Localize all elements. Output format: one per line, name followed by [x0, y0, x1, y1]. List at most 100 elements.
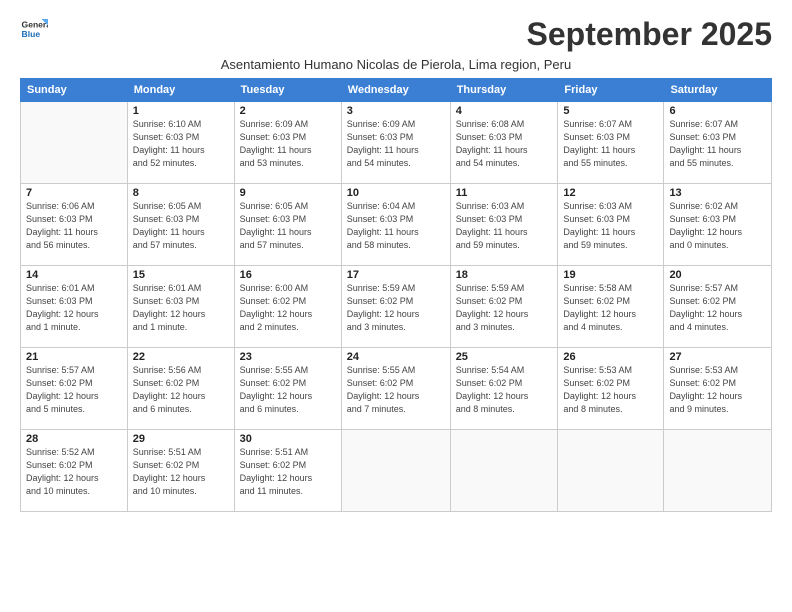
day-number: 16 [240, 269, 336, 281]
day-info: Sunrise: 5:55 AM Sunset: 6:02 PM Dayligh… [240, 364, 336, 416]
day-number: 12 [563, 187, 658, 199]
day-info: Sunrise: 5:53 AM Sunset: 6:02 PM Dayligh… [669, 364, 766, 416]
col-wednesday: Wednesday [341, 79, 450, 102]
calendar-cell: 9Sunrise: 6:05 AM Sunset: 6:03 PM Daylig… [234, 184, 341, 266]
month-title: September 2025 [527, 16, 772, 53]
day-info: Sunrise: 5:51 AM Sunset: 6:02 PM Dayligh… [240, 446, 336, 498]
calendar-cell [341, 430, 450, 512]
day-info: Sunrise: 6:00 AM Sunset: 6:02 PM Dayligh… [240, 282, 336, 334]
day-number: 9 [240, 187, 336, 199]
day-info: Sunrise: 5:51 AM Sunset: 6:02 PM Dayligh… [133, 446, 229, 498]
day-info: Sunrise: 5:54 AM Sunset: 6:02 PM Dayligh… [456, 364, 553, 416]
day-info: Sunrise: 6:03 AM Sunset: 6:03 PM Dayligh… [456, 200, 553, 252]
calendar-cell [558, 430, 664, 512]
col-monday: Monday [127, 79, 234, 102]
day-number: 30 [240, 433, 336, 445]
week-row-2: 7Sunrise: 6:06 AM Sunset: 6:03 PM Daylig… [21, 184, 772, 266]
week-row-4: 21Sunrise: 5:57 AM Sunset: 6:02 PM Dayli… [21, 348, 772, 430]
calendar-header-row: Sunday Monday Tuesday Wednesday Thursday… [21, 79, 772, 102]
calendar-page: General Blue September 2025 Asentamiento… [0, 0, 792, 612]
calendar-cell: 23Sunrise: 5:55 AM Sunset: 6:02 PM Dayli… [234, 348, 341, 430]
day-number: 13 [669, 187, 766, 199]
day-info: Sunrise: 6:05 AM Sunset: 6:03 PM Dayligh… [133, 200, 229, 252]
day-info: Sunrise: 5:57 AM Sunset: 6:02 PM Dayligh… [669, 282, 766, 334]
calendar-cell: 30Sunrise: 5:51 AM Sunset: 6:02 PM Dayli… [234, 430, 341, 512]
calendar-cell: 13Sunrise: 6:02 AM Sunset: 6:03 PM Dayli… [664, 184, 772, 266]
day-info: Sunrise: 6:09 AM Sunset: 6:03 PM Dayligh… [347, 118, 445, 170]
day-number: 14 [26, 269, 122, 281]
calendar-cell: 11Sunrise: 6:03 AM Sunset: 6:03 PM Dayli… [450, 184, 558, 266]
calendar-cell: 19Sunrise: 5:58 AM Sunset: 6:02 PM Dayli… [558, 266, 664, 348]
svg-text:Blue: Blue [22, 29, 41, 39]
day-number: 2 [240, 105, 336, 117]
header: General Blue September 2025 [20, 16, 772, 53]
day-number: 7 [26, 187, 122, 199]
calendar-cell: 10Sunrise: 6:04 AM Sunset: 6:03 PM Dayli… [341, 184, 450, 266]
day-number: 25 [456, 351, 553, 363]
title-section: September 2025 [527, 16, 772, 53]
day-number: 20 [669, 269, 766, 281]
day-info: Sunrise: 5:59 AM Sunset: 6:02 PM Dayligh… [347, 282, 445, 334]
week-row-5: 28Sunrise: 5:52 AM Sunset: 6:02 PM Dayli… [21, 430, 772, 512]
day-number: 29 [133, 433, 229, 445]
day-info: Sunrise: 6:09 AM Sunset: 6:03 PM Dayligh… [240, 118, 336, 170]
day-info: Sunrise: 6:10 AM Sunset: 6:03 PM Dayligh… [133, 118, 229, 170]
day-number: 27 [669, 351, 766, 363]
day-number: 11 [456, 187, 553, 199]
calendar-cell [450, 430, 558, 512]
col-sunday: Sunday [21, 79, 128, 102]
calendar-cell: 26Sunrise: 5:53 AM Sunset: 6:02 PM Dayli… [558, 348, 664, 430]
day-info: Sunrise: 6:07 AM Sunset: 6:03 PM Dayligh… [669, 118, 766, 170]
day-info: Sunrise: 5:59 AM Sunset: 6:02 PM Dayligh… [456, 282, 553, 334]
day-number: 3 [347, 105, 445, 117]
day-number: 22 [133, 351, 229, 363]
day-number: 15 [133, 269, 229, 281]
calendar-cell: 22Sunrise: 5:56 AM Sunset: 6:02 PM Dayli… [127, 348, 234, 430]
day-number: 18 [456, 269, 553, 281]
day-number: 5 [563, 105, 658, 117]
day-number: 1 [133, 105, 229, 117]
day-number: 10 [347, 187, 445, 199]
calendar-cell: 2Sunrise: 6:09 AM Sunset: 6:03 PM Daylig… [234, 102, 341, 184]
calendar-cell: 16Sunrise: 6:00 AM Sunset: 6:02 PM Dayli… [234, 266, 341, 348]
day-info: Sunrise: 6:01 AM Sunset: 6:03 PM Dayligh… [133, 282, 229, 334]
calendar-cell [21, 102, 128, 184]
calendar-table: Sunday Monday Tuesday Wednesday Thursday… [20, 78, 772, 512]
calendar-cell: 5Sunrise: 6:07 AM Sunset: 6:03 PM Daylig… [558, 102, 664, 184]
day-info: Sunrise: 6:06 AM Sunset: 6:03 PM Dayligh… [26, 200, 122, 252]
calendar-cell: 20Sunrise: 5:57 AM Sunset: 6:02 PM Dayli… [664, 266, 772, 348]
calendar-cell: 1Sunrise: 6:10 AM Sunset: 6:03 PM Daylig… [127, 102, 234, 184]
day-info: Sunrise: 6:04 AM Sunset: 6:03 PM Dayligh… [347, 200, 445, 252]
day-info: Sunrise: 5:56 AM Sunset: 6:02 PM Dayligh… [133, 364, 229, 416]
calendar-cell: 17Sunrise: 5:59 AM Sunset: 6:02 PM Dayli… [341, 266, 450, 348]
day-number: 28 [26, 433, 122, 445]
calendar-cell: 12Sunrise: 6:03 AM Sunset: 6:03 PM Dayli… [558, 184, 664, 266]
day-info: Sunrise: 5:57 AM Sunset: 6:02 PM Dayligh… [26, 364, 122, 416]
calendar-cell: 24Sunrise: 5:55 AM Sunset: 6:02 PM Dayli… [341, 348, 450, 430]
calendar-cell [664, 430, 772, 512]
calendar-cell: 25Sunrise: 5:54 AM Sunset: 6:02 PM Dayli… [450, 348, 558, 430]
col-tuesday: Tuesday [234, 79, 341, 102]
day-info: Sunrise: 5:52 AM Sunset: 6:02 PM Dayligh… [26, 446, 122, 498]
day-number: 8 [133, 187, 229, 199]
week-row-3: 14Sunrise: 6:01 AM Sunset: 6:03 PM Dayli… [21, 266, 772, 348]
day-number: 24 [347, 351, 445, 363]
calendar-cell: 15Sunrise: 6:01 AM Sunset: 6:03 PM Dayli… [127, 266, 234, 348]
week-row-1: 1Sunrise: 6:10 AM Sunset: 6:03 PM Daylig… [21, 102, 772, 184]
day-info: Sunrise: 6:03 AM Sunset: 6:03 PM Dayligh… [563, 200, 658, 252]
col-thursday: Thursday [450, 79, 558, 102]
day-number: 17 [347, 269, 445, 281]
calendar-cell: 6Sunrise: 6:07 AM Sunset: 6:03 PM Daylig… [664, 102, 772, 184]
calendar-cell: 8Sunrise: 6:05 AM Sunset: 6:03 PM Daylig… [127, 184, 234, 266]
day-number: 19 [563, 269, 658, 281]
day-info: Sunrise: 6:05 AM Sunset: 6:03 PM Dayligh… [240, 200, 336, 252]
day-number: 6 [669, 105, 766, 117]
day-info: Sunrise: 6:01 AM Sunset: 6:03 PM Dayligh… [26, 282, 122, 334]
day-info: Sunrise: 6:07 AM Sunset: 6:03 PM Dayligh… [563, 118, 658, 170]
day-info: Sunrise: 5:53 AM Sunset: 6:02 PM Dayligh… [563, 364, 658, 416]
calendar-cell: 21Sunrise: 5:57 AM Sunset: 6:02 PM Dayli… [21, 348, 128, 430]
calendar-cell: 18Sunrise: 5:59 AM Sunset: 6:02 PM Dayli… [450, 266, 558, 348]
day-info: Sunrise: 5:58 AM Sunset: 6:02 PM Dayligh… [563, 282, 658, 334]
day-number: 4 [456, 105, 553, 117]
day-info: Sunrise: 5:55 AM Sunset: 6:02 PM Dayligh… [347, 364, 445, 416]
